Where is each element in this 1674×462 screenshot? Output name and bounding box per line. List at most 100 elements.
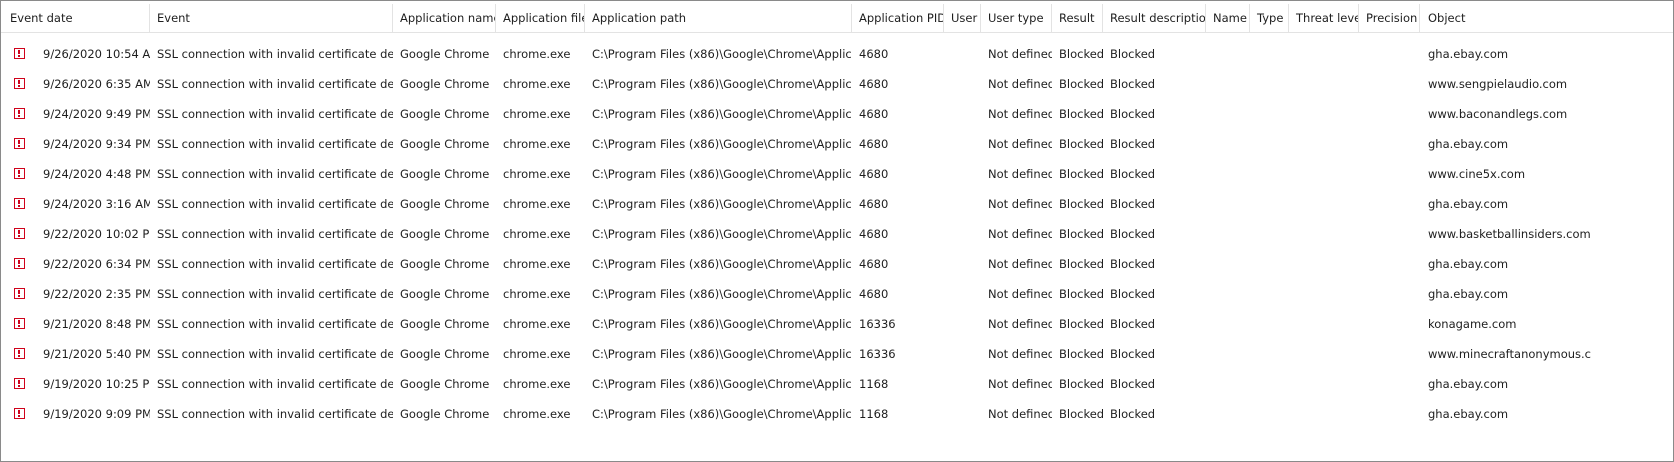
event-log-window: Event date Event Application name Applicati…: [0, 0, 1674, 462]
error-icon: [14, 78, 25, 89]
error-icon: [14, 378, 25, 389]
cell-user-type: Not defined: [988, 47, 1052, 61]
cell-date: 9/22/2020 2:35 PM: [43, 287, 150, 301]
column-header-result[interactable]: Result: [1052, 4, 1103, 32]
cell-result-desc: Blocked: [1110, 167, 1156, 181]
cell-date: 9/24/2020 9:34 PM: [43, 137, 150, 151]
column-header-event[interactable]: Event: [150, 4, 393, 32]
cell-result-desc: Blocked: [1110, 287, 1156, 301]
cell-user: [944, 69, 981, 99]
cell-threat: [1289, 129, 1359, 159]
column-header-app-path[interactable]: Application path: [585, 4, 852, 32]
table-row[interactable]: 9/22/2020 10:02 PM SSL connection with in…: [1, 219, 1673, 249]
table-row[interactable]: 9/22/2020 6:34 PM SSL connection with inv…: [1, 249, 1673, 279]
cell-result: Blocked: [1059, 317, 1103, 331]
cell-event: SSL connection with invalid certificate …: [157, 407, 393, 421]
column-header-app-name[interactable]: Application name: [393, 4, 496, 32]
table-row[interactable]: 9/24/2020 3:16 AM SSL connection with inv…: [1, 189, 1673, 219]
cell-user: [944, 99, 981, 129]
table-row[interactable]: 9/21/2020 8:48 PM SSL connection with inv…: [1, 309, 1673, 339]
column-header-precision[interactable]: Precision: [1359, 4, 1420, 32]
cell-pid: 4680: [859, 47, 889, 61]
cell-user-type: Not defined: [988, 377, 1052, 391]
row-status: [1, 339, 37, 369]
cell-pid: 16336: [859, 347, 896, 361]
column-header-type[interactable]: Type: [1250, 4, 1289, 32]
table-row[interactable]: 9/24/2020 9:49 PM SSL connection with inv…: [1, 99, 1673, 129]
cell-threat: [1289, 309, 1359, 339]
cell-name: [1206, 339, 1250, 369]
row-status: [1, 159, 37, 189]
table-row[interactable]: 9/19/2020 9:09 PM SSL connection with inv…: [1, 399, 1673, 429]
table-row[interactable]: 9/26/2020 10:54 AM SSL connection with in…: [1, 39, 1673, 69]
cell-threat: [1289, 39, 1359, 69]
cell-threat: [1289, 219, 1359, 249]
table-row[interactable]: 9/21/2020 5:40 PM SSL connection with inv…: [1, 339, 1673, 369]
cell-object: www.minecraftanonymous.c: [1428, 347, 1591, 361]
cell-result: Blocked: [1059, 377, 1103, 391]
cell-date: 9/24/2020 4:48 PM: [43, 167, 150, 181]
cell-object: www.basketballinsiders.com: [1428, 227, 1591, 241]
cell-app-path: C:\Program Files (x86)\Google\Chrome\App…: [592, 77, 852, 91]
table-row[interactable]: 9/24/2020 4:48 PM SSL connection with inv…: [1, 159, 1673, 189]
cell-user: [944, 399, 981, 429]
cell-name: [1206, 309, 1250, 339]
cell-user-type: Not defined: [988, 257, 1052, 271]
column-header-label: Event: [157, 11, 190, 25]
column-header-label: Application file: [503, 11, 585, 25]
cell-date: 9/22/2020 10:02 PM: [43, 227, 150, 241]
cell-event: SSL connection with invalid certificate …: [157, 347, 393, 361]
cell-app-file: chrome.exe: [503, 47, 571, 61]
error-icon: [14, 138, 25, 149]
column-header-user[interactable]: User: [944, 4, 981, 32]
cell-app-file: chrome.exe: [503, 347, 571, 361]
cell-event: SSL connection with invalid certificate …: [157, 227, 393, 241]
cell-date: 9/24/2020 9:49 PM: [43, 107, 150, 121]
cell-threat: [1289, 339, 1359, 369]
cell-app-name: Google Chrome: [400, 377, 490, 391]
cell-object: konagame.com: [1428, 317, 1517, 331]
cell-app-file: chrome.exe: [503, 257, 571, 271]
cell-result: Blocked: [1059, 287, 1103, 301]
table-row[interactable]: 9/22/2020 2:35 PM SSL connection with inv…: [1, 279, 1673, 309]
cell-date: 9/26/2020 6:35 AM: [43, 77, 150, 91]
table-row[interactable]: 9/19/2020 10:25 PM SSL connection with in…: [1, 369, 1673, 399]
cell-app-path: C:\Program Files (x86)\Google\Chrome\App…: [592, 407, 852, 421]
cell-precision: [1359, 129, 1420, 159]
column-header-pid[interactable]: Application PID: [852, 4, 944, 32]
cell-pid: 16336: [859, 317, 896, 331]
cell-app-path: C:\Program Files (x86)\Google\Chrome\App…: [592, 257, 852, 271]
cell-app-file: chrome.exe: [503, 137, 571, 151]
cell-pid: 4680: [859, 257, 889, 271]
cell-user: [944, 219, 981, 249]
cell-threat: [1289, 249, 1359, 279]
cell-app-name: Google Chrome: [400, 257, 490, 271]
column-header-app-file[interactable]: Application file: [496, 4, 585, 32]
column-header-label: User type: [988, 11, 1044, 25]
cell-pid: 4680: [859, 287, 889, 301]
column-header-user-type[interactable]: User type: [981, 4, 1052, 32]
table-row[interactable]: 9/24/2020 9:34 PM SSL connection with inv…: [1, 129, 1673, 159]
row-status: [1, 69, 37, 99]
column-header-name[interactable]: Name: [1206, 4, 1250, 32]
column-header-result-desc[interactable]: Result description: [1103, 4, 1206, 32]
cell-threat: [1289, 159, 1359, 189]
cell-result: Blocked: [1059, 197, 1103, 211]
error-icon: [14, 348, 25, 359]
column-header-date[interactable]: Event date: [3, 4, 150, 32]
cell-app-name: Google Chrome: [400, 407, 490, 421]
cell-user-type: Not defined: [988, 317, 1052, 331]
row-status: [1, 249, 37, 279]
column-header-threat[interactable]: Threat level: [1289, 4, 1359, 32]
cell-threat: [1289, 279, 1359, 309]
row-status: [1, 129, 37, 159]
cell-name: [1206, 159, 1250, 189]
cell-user: [944, 249, 981, 279]
column-header-label: Name: [1213, 11, 1247, 25]
cell-type: [1250, 159, 1289, 189]
cell-type: [1250, 279, 1289, 309]
column-header-object[interactable]: Object: [1421, 4, 1673, 32]
cell-result: Blocked: [1059, 107, 1103, 121]
table-row[interactable]: 9/26/2020 6:35 AM SSL connection with inv…: [1, 69, 1673, 99]
error-icon: [14, 168, 25, 179]
